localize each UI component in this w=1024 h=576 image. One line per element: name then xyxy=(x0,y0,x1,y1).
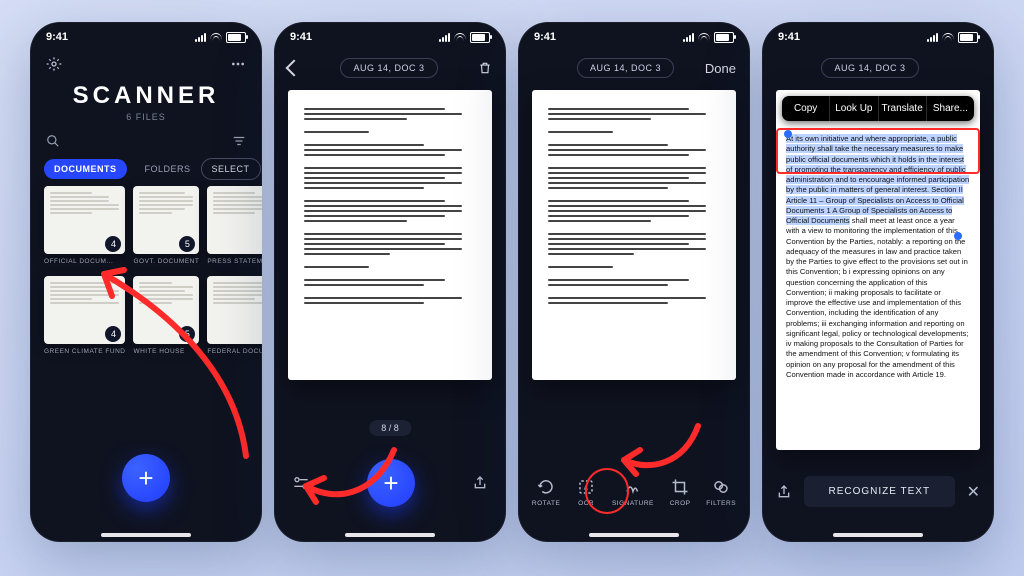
context-menu: Copy Look Up Translate Share... xyxy=(782,96,974,121)
doc-title-chip[interactable]: AUG 14, DOC 3 xyxy=(577,58,674,78)
selection-handle-end[interactable] xyxy=(954,232,962,240)
tool-rotate[interactable]: ROTATE xyxy=(532,477,560,507)
done-button[interactable]: Done xyxy=(705,61,736,76)
file-count: 6 FILES xyxy=(30,112,262,122)
signal-icon xyxy=(439,33,450,42)
recognize-button[interactable]: RECOGNIZE TEXT xyxy=(804,476,955,507)
tool-label: ROTATE xyxy=(532,500,560,507)
share-icon[interactable] xyxy=(776,483,792,501)
status-time: 9:41 xyxy=(46,31,68,43)
doc-thumb[interactable]: 6 PRESS STATEMENT xyxy=(207,186,262,268)
home-indicator xyxy=(345,533,435,537)
status-bar: 9:41 xyxy=(30,22,262,50)
document-page[interactable] xyxy=(288,90,492,380)
status-bar: 9:41 xyxy=(518,22,750,50)
tab-folders[interactable]: FOLDERS xyxy=(135,159,201,179)
doc-thumb[interactable]: 5 GOVT. DOCUMENT xyxy=(133,186,199,268)
annotation-box xyxy=(776,128,980,174)
signal-icon xyxy=(927,33,938,42)
doc-label: OFFICIAL DOCUM... xyxy=(44,258,125,268)
search-icon[interactable] xyxy=(46,134,60,148)
settings-icon[interactable] xyxy=(46,56,62,72)
doc-title-chip[interactable]: AUG 14, DOC 3 xyxy=(821,58,918,78)
share-icon[interactable] xyxy=(472,474,488,492)
signal-icon xyxy=(683,33,694,42)
doc-label: GOVT. DOCUMENT xyxy=(133,258,199,268)
close-button[interactable]: ✕ xyxy=(967,482,980,502)
wifi-icon xyxy=(698,33,710,42)
home-indicator xyxy=(589,533,679,537)
status-time: 9:41 xyxy=(534,31,556,43)
tool-label: FILTERS xyxy=(706,500,736,507)
doc-label: FEDERAL DOCUMENTS xyxy=(207,348,262,358)
battery-icon xyxy=(958,32,978,43)
doc-thumb[interactable]: 6 FEDERAL DOCUMENTS xyxy=(207,276,262,358)
wifi-icon xyxy=(210,33,222,42)
battery-icon xyxy=(714,32,734,43)
home-indicator xyxy=(833,533,923,537)
screen-ocr: 9:41 AUG 14, DOC 3 Copy Look Up Translat… xyxy=(762,22,994,542)
screen-library: 9:41 SCANNER 6 FILES DOCUMENTS FOLDERS S… xyxy=(30,22,262,542)
status-bar: 9:41 xyxy=(274,22,506,50)
doc-thumb[interactable]: 4 OFFICIAL DOCUM... xyxy=(44,186,125,268)
sort-icon[interactable] xyxy=(232,134,246,148)
annotation-circle xyxy=(585,468,629,514)
toggle-icon[interactable] xyxy=(292,475,310,491)
tool-crop[interactable]: CROP xyxy=(670,477,691,507)
battery-icon xyxy=(226,32,246,43)
doc-label: PRESS STATEMENT xyxy=(207,258,262,268)
status-time: 9:41 xyxy=(778,31,800,43)
annotation-arrow xyxy=(614,420,704,480)
select-button[interactable]: SELECT xyxy=(201,158,261,180)
status-time: 9:41 xyxy=(290,31,312,43)
menu-lookup[interactable]: Look Up xyxy=(830,96,878,121)
back-icon[interactable] xyxy=(286,60,303,77)
battery-icon xyxy=(470,32,490,43)
doc-thumb[interactable]: 5 WHITE HOUSE xyxy=(133,276,199,358)
menu-share[interactable]: Share... xyxy=(927,96,974,121)
doc-thumb[interactable]: 4 GREEN CLIMATE FUND xyxy=(44,276,125,358)
tab-documents[interactable]: DOCUMENTS xyxy=(44,159,127,179)
doc-label: GREEN CLIMATE FUND xyxy=(44,348,125,358)
menu-translate[interactable]: Translate xyxy=(879,96,927,121)
edit-toolbar: ROTATE AOCR SIGNATURE CROP FILTERS xyxy=(518,477,750,507)
tool-label: CROP xyxy=(670,500,691,507)
screen-edit: 9:41 AUG 14, DOC 3 Done ROTATE AOCR SIGN… xyxy=(518,22,750,542)
document-grid: 4 OFFICIAL DOCUM... 5 GOVT. DOCUMENT 6 P… xyxy=(30,186,262,358)
wifi-icon xyxy=(454,33,466,42)
scan-fab[interactable]: + xyxy=(122,454,170,502)
status-bar: 9:41 xyxy=(762,22,994,50)
doc-label: WHITE HOUSE xyxy=(133,348,199,358)
more-icon[interactable] xyxy=(230,56,246,72)
home-indicator xyxy=(101,533,191,537)
tool-filters[interactable]: FILTERS xyxy=(706,477,736,507)
menu-copy[interactable]: Copy xyxy=(782,96,830,121)
app-title: SCANNER xyxy=(30,82,262,110)
body-text: shall meet at least once a year with a v… xyxy=(786,216,968,379)
delete-icon[interactable] xyxy=(478,60,492,76)
wifi-icon xyxy=(942,33,954,42)
page-counter: 8 / 8 xyxy=(369,420,411,436)
document-page[interactable] xyxy=(532,90,736,380)
add-fab[interactable]: + xyxy=(367,459,415,507)
screen-document: 9:41 AUG 14, DOC 3 8 / 8 + xyxy=(274,22,506,542)
doc-title-chip[interactable]: AUG 14, DOC 3 xyxy=(340,58,437,78)
signal-icon xyxy=(195,33,206,42)
